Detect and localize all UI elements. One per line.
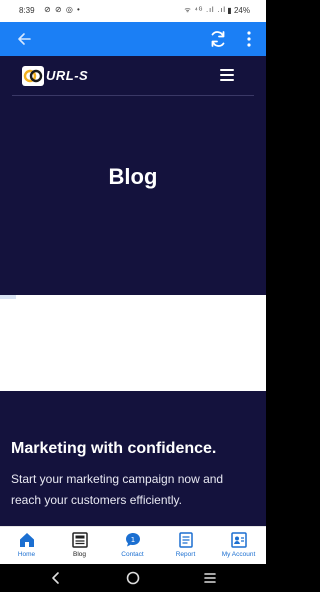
nav-my-account-label: My Account: [221, 551, 256, 558]
status-time: 8:39: [19, 6, 35, 15]
content-band: [0, 295, 266, 391]
system-nav-bar: [0, 564, 266, 592]
site-header: URL-S: [12, 56, 254, 96]
logo-text[interactable]: URL-S: [46, 68, 88, 83]
page-title: Blog: [108, 164, 158, 189]
nav-contact-label: Contact: [121, 551, 144, 558]
nav-home-label: Home: [17, 551, 36, 558]
band-accent: [0, 295, 16, 299]
home-circle-icon[interactable]: [125, 570, 141, 586]
nav-contact[interactable]: 1 Contact: [106, 531, 159, 558]
account-icon: [230, 531, 248, 549]
contact-badge: 1: [130, 536, 134, 544]
status-bar: 8:39 ⊘ ⊘ ◎ • ᯤ ⁴ᴳ .ıl .ıl ▮ 24%: [0, 0, 266, 22]
webview-content: URL-S Blog Marketing with confidence. St…: [0, 56, 266, 526]
app-bar: [0, 22, 266, 56]
promo-text: Start your marketing campaign now and re…: [11, 472, 224, 507]
nav-report-label: Report: [175, 551, 196, 558]
notification-icons: ⊘ ⊘ ◎ •: [44, 5, 81, 14]
nav-my-account[interactable]: My Account: [212, 531, 265, 558]
battery-indicator: ▮ 24%: [227, 6, 250, 15]
home-icon: [18, 531, 36, 549]
recents-icon[interactable]: [202, 570, 218, 586]
blog-icon: [71, 531, 89, 549]
report-icon: [177, 531, 195, 549]
arrow-left-icon[interactable]: [16, 30, 34, 48]
bottom-nav: Home Blog 1 Contact Report My Account: [0, 526, 266, 564]
refresh-icon[interactable]: [208, 29, 228, 49]
nav-home[interactable]: Home: [0, 531, 53, 558]
contact-icon: 1: [124, 531, 142, 549]
nav-report[interactable]: Report: [159, 531, 212, 558]
nav-blog[interactable]: Blog: [53, 531, 106, 558]
nav-blog-label: Blog: [72, 551, 86, 558]
back-icon[interactable]: [48, 570, 64, 586]
promo-heading: Marketing with confidence.: [11, 440, 217, 457]
hamburger-menu-icon[interactable]: [220, 69, 234, 81]
more-vertical-icon[interactable]: [244, 29, 254, 49]
signal-icons: ᯤ ⁴ᴳ .ıl .ıl: [184, 7, 226, 14]
logo-icon[interactable]: [21, 65, 45, 87]
